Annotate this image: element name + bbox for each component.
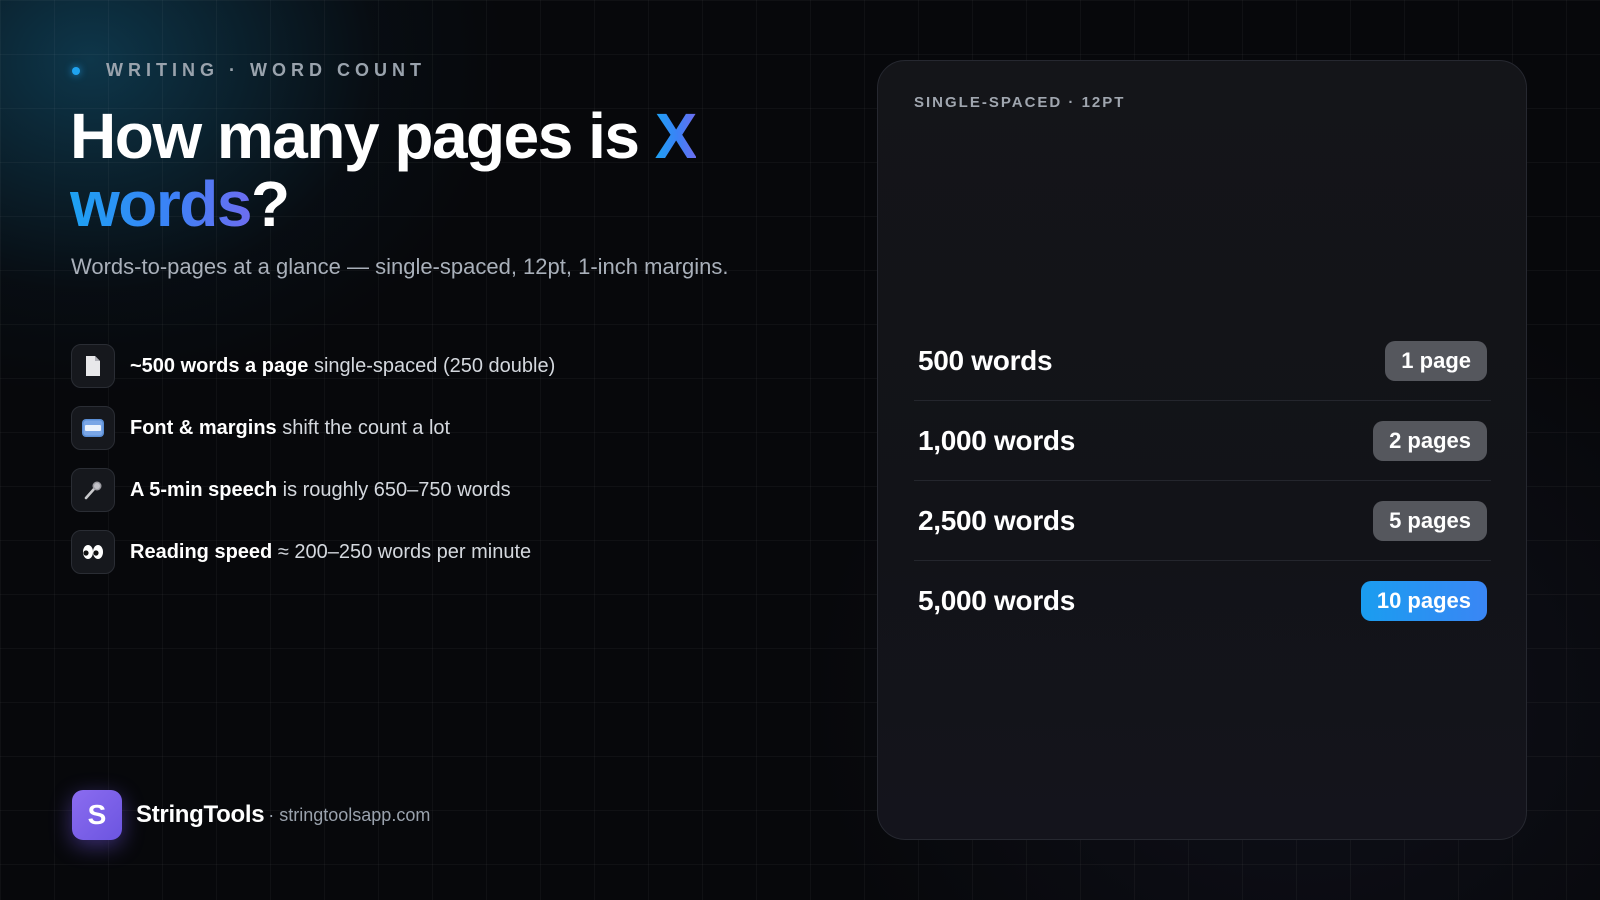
eyebrow-text: WRITING · WORD COUNT [106, 60, 426, 80]
fact-bold: ~500 words a page [130, 354, 309, 377]
fact-item: Font & margins shift the count a lot [71, 406, 791, 450]
fact-item: A 5-min speech is roughly 650–750 words [71, 468, 791, 512]
fact-item: Reading speed ≈ 200–250 words per minute [71, 530, 791, 574]
table-row: 5,000 words 10 pages [914, 561, 1491, 641]
eyebrow: WRITING · WORD COUNT [72, 60, 426, 81]
fact-text: Reading speed ≈ 200–250 words per minute [130, 541, 531, 564]
brand: S StringTools · stringtoolsapp.com [72, 790, 430, 840]
page-count-badge-highlight: 10 pages [1360, 581, 1487, 621]
conversion-card: SINGLE-SPACED · 12PT 500 words 1 page 1,… [877, 60, 1527, 840]
page-icon [71, 344, 115, 388]
fact-rest: ≈ 200–250 words per minute [272, 540, 532, 563]
page-count-badge: 1 page [1385, 340, 1487, 381]
fact-bold: Reading speed [130, 540, 273, 563]
headline-end: ? [250, 168, 290, 240]
eyebrow-dot-icon [72, 66, 80, 75]
fact-rest: shift the count a lot [276, 416, 451, 439]
fact-rest: is roughly 650–750 words [277, 478, 511, 501]
fact-text: Font & margins shift the count a lot [130, 417, 450, 440]
brand-url: · stringtoolsapp.com [268, 804, 431, 825]
fact-item: ~500 words a page single-spaced (250 dou… [71, 344, 791, 388]
fact-list: ~500 words a page single-spaced (250 dou… [71, 344, 791, 592]
brand-name: StringTools [136, 801, 265, 828]
page-count-badge: 2 pages [1373, 420, 1487, 461]
fact-text: ~500 words a page single-spaced (250 dou… [130, 355, 555, 378]
abc-icon [71, 406, 115, 450]
headline: How many pages is Xwords? [70, 102, 790, 238]
headline-accent-words: words [70, 168, 252, 240]
card-label: SINGLE-SPACED · 12PT [914, 94, 1126, 111]
row-words: 2,500 words [918, 504, 1076, 536]
page-count-badge: 5 pages [1373, 500, 1487, 541]
eyes-icon [71, 530, 115, 574]
microphone-icon [71, 468, 115, 512]
table-row: 500 words 1 page [914, 321, 1491, 401]
headline-part1: How many pages is [70, 100, 655, 172]
fact-rest: single-spaced (250 double) [308, 354, 556, 377]
conversion-table: 500 words 1 page 1,000 words 2 pages 2,5… [914, 321, 1491, 641]
fact-text: A 5-min speech is roughly 650–750 words [130, 479, 511, 502]
row-words: 500 words [918, 344, 1053, 376]
table-row: 1,000 words 2 pages [914, 401, 1491, 481]
row-words: 1,000 words [918, 424, 1076, 456]
logo: S [72, 790, 122, 840]
fact-bold: Font & margins [130, 416, 277, 439]
row-words: 5,000 words [918, 585, 1076, 616]
fact-bold: A 5-min speech [130, 478, 278, 501]
subhead: Words-to-pages at a glance — single-spac… [71, 254, 729, 279]
headline-accent-x: X [654, 100, 698, 172]
table-row: 2,500 words 5 pages [914, 481, 1491, 561]
